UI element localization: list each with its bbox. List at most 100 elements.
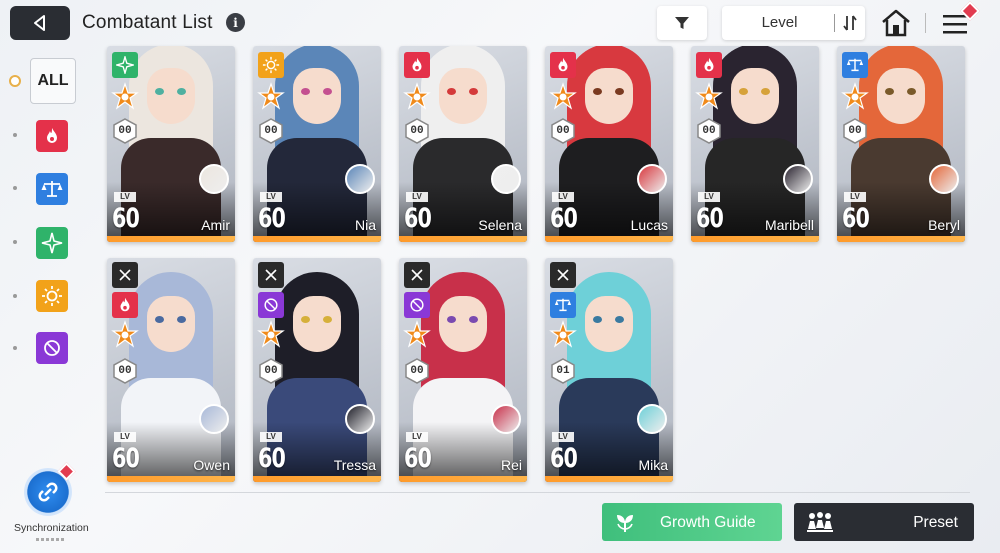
preset-button[interactable]: Preset [794,503,974,541]
dupe-count-badge: 00 [843,118,867,144]
character-name: Mika [638,457,668,473]
dupe-count: 00 [118,365,132,377]
rarity-star-icon [549,320,577,348]
combatant-card-rei[interactable]: 00 LV 60 Rei [399,258,527,482]
partner-avatar [783,164,813,194]
level-value: 60 [112,443,140,474]
rail-dot [13,346,17,350]
rail-dot [13,294,17,298]
level-value: 60 [404,443,432,474]
level-value: 60 [550,203,578,234]
rarity-star-icon [549,82,577,110]
dupe-count: 01 [556,365,570,377]
fire-icon [47,128,57,143]
fire-attribute-icon [112,292,138,318]
class-icon [404,262,430,288]
growth-guide-button[interactable]: Growth Guide [602,503,782,541]
footer-divider [105,492,970,493]
rarity-star-icon [403,320,431,348]
level-tag: LV [114,432,136,442]
void-attribute-icon [258,292,284,318]
character-name: Selena [478,217,522,233]
light-attribute-icon [258,52,284,78]
wind-attribute-icon [112,52,138,78]
dupe-count-badge: 00 [259,358,283,384]
home-icon[interactable] [880,8,912,38]
combatant-card-lucas[interactable]: 00 LV 60 Lucas [545,46,673,242]
rarity-star-icon [841,82,869,110]
fire-attribute-icon [696,52,722,78]
filter-all-button[interactable]: ALL [30,58,76,104]
combatant-card-mika[interactable]: 01 LV 60 Mika [545,258,673,482]
team-icon [807,512,833,532]
sync-link-icon [38,482,58,502]
order-attribute-icon [550,292,576,318]
level-value: 60 [842,203,870,234]
rarity-bar [691,236,819,242]
rarity-bar [107,236,235,242]
header-divider [925,13,926,33]
rarity-star-icon [695,82,723,110]
synchronization-button[interactable]: Synchronization [14,462,89,545]
partner-avatar [345,404,375,434]
rarity-star-icon [111,320,139,348]
combatant-card-nia[interactable]: 00 LV 60 Nia [253,46,381,242]
rail-dot [13,133,17,137]
info-icon[interactable]: i [226,13,245,32]
level-tag: LV [406,192,428,202]
combatant-card-amir[interactable]: 00 LV 60 Amir [107,46,235,242]
filter-void-button[interactable] [36,332,68,364]
wind-star-icon [41,232,63,254]
rarity-bar [837,236,965,242]
character-name: Rei [500,457,522,473]
rarity-bar [399,236,527,242]
filter-wind-button[interactable] [36,227,68,259]
order-attribute-icon [842,52,868,78]
level-tag: LV [260,432,282,442]
rail-dot [13,186,17,190]
filter-icon [675,17,689,29]
void-attribute-icon [404,292,430,318]
combatant-card-beryl[interactable]: 00 LV 60 Beryl [837,46,965,242]
character-name: Amir [201,217,230,233]
combatant-card-maribell[interactable]: 00 LV 60 Maribell [691,46,819,242]
character-name: Maribell [764,217,814,233]
level-tag: LV [406,432,428,442]
level-tag: LV [114,192,136,202]
filter-light-button[interactable] [36,280,68,312]
rarity-bar [253,476,381,482]
character-name: Beryl [928,217,960,233]
sort-divider [834,14,835,32]
partner-avatar [199,404,229,434]
sort-order-icon[interactable] [840,13,860,33]
class-icon [258,262,284,288]
combatant-card-selena[interactable]: 00 LV 60 Selena [399,46,527,242]
combatant-card-tressa[interactable]: 00 LV 60 Tressa [253,258,381,482]
dupe-count: 00 [848,125,862,137]
rarity-star-icon [403,82,431,110]
page-title: Combatant List [82,12,213,33]
rarity-star-icon [111,82,139,110]
dupe-count-badge: 00 [697,118,721,144]
dupe-count-badge: 00 [405,358,429,384]
back-button[interactable] [10,6,70,40]
filter-order-button[interactable] [36,173,68,205]
partner-avatar [637,404,667,434]
combatant-card-owen[interactable]: 00 LV 60 Owen [107,258,235,482]
level-tag: LV [552,192,574,202]
rarity-star-icon [257,82,285,110]
partner-avatar [929,164,959,194]
filter-fire-button[interactable] [36,120,68,152]
scales-icon [41,181,63,197]
level-value: 60 [696,203,724,234]
preset-label: Preset [913,514,958,531]
dupe-count: 00 [264,365,278,377]
selected-indicator [9,75,21,87]
dupe-count-badge: 00 [405,118,429,144]
filter-button[interactable] [657,6,707,40]
sync-progress-dots [36,538,66,541]
sort-dropdown[interactable]: Level [722,6,865,40]
rarity-star-icon [257,320,285,348]
dupe-count-badge: 00 [259,118,283,144]
level-value: 60 [258,443,286,474]
